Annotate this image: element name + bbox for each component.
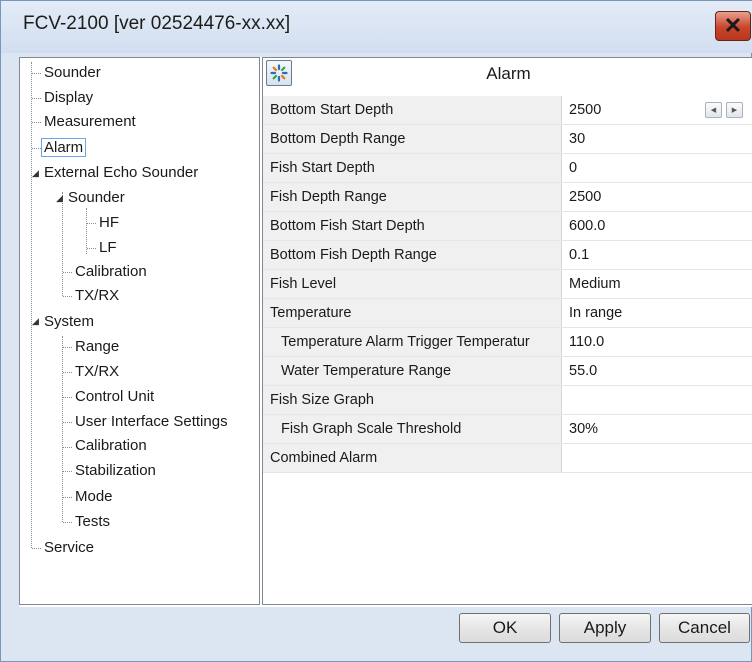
close-icon: ✕ xyxy=(723,13,743,38)
tree-connector xyxy=(32,122,41,123)
collapse-arrow-icon[interactable]: ◢ xyxy=(32,316,39,326)
property-name: Temperature xyxy=(263,299,562,327)
dialog-client: Sounder Display Measurement Alarm ◢ Exte… xyxy=(19,57,752,607)
tree-connector xyxy=(63,497,72,498)
collapse-arrow-icon[interactable]: ◢ xyxy=(32,168,39,178)
tree-item-external-txrx[interactable]: TX/RX xyxy=(73,285,121,307)
property-value[interactable]: 0 xyxy=(569,154,577,182)
tree-connector xyxy=(63,522,72,523)
tree-item-service[interactable]: Service xyxy=(42,537,96,559)
tree-item-stabilization[interactable]: Stabilization xyxy=(73,460,158,482)
tree-item-measurement[interactable]: Measurement xyxy=(42,111,138,133)
panel-header: Alarm xyxy=(263,58,752,94)
spin-right-icon[interactable]: ▶ xyxy=(726,102,743,118)
tree-connector xyxy=(32,73,41,74)
property-row-bottom-start-depth[interactable]: Bottom Start Depth 2500 ◀ ▶ xyxy=(263,96,752,125)
close-button[interactable]: ✕ xyxy=(715,11,751,41)
collapse-arrow-icon[interactable]: ◢ xyxy=(56,193,63,203)
property-value[interactable]: Medium xyxy=(569,270,621,298)
property-row-bottom-fish-depth-range[interactable]: Bottom Fish Depth Range 0.1 xyxy=(263,241,752,270)
property-name: Fish Size Graph xyxy=(263,386,562,414)
property-value[interactable]: 30% xyxy=(569,415,598,443)
settings-tree[interactable]: Sounder Display Measurement Alarm ◢ Exte… xyxy=(19,57,260,605)
tree-connector xyxy=(63,447,72,448)
tree-connector xyxy=(31,62,32,548)
apply-button[interactable]: Apply xyxy=(559,613,651,643)
property-row-bottom-depth-range[interactable]: Bottom Depth Range 30 xyxy=(263,125,752,154)
tree-item-range[interactable]: Range xyxy=(73,336,121,358)
property-row-fish-start-depth[interactable]: Fish Start Depth 0 xyxy=(263,154,752,183)
tree-connector xyxy=(63,296,72,297)
property-name: Combined Alarm xyxy=(263,444,562,472)
tree-item-alarm[interactable]: Alarm xyxy=(41,137,87,159)
tree-connector xyxy=(32,148,41,149)
property-value[interactable]: 30 xyxy=(569,125,585,153)
window-title: FCV-2100 [ver 02524476-xx.xx] xyxy=(23,13,291,34)
tree-connector xyxy=(63,272,72,273)
property-row-bottom-fish-start-depth[interactable]: Bottom Fish Start Depth 600.0 xyxy=(263,212,752,241)
property-value[interactable]: 2500 xyxy=(569,96,601,124)
property-row-fish-depth-range[interactable]: Fish Depth Range 2500 xyxy=(263,183,752,212)
property-name: Fish Graph Scale Threshold xyxy=(263,415,562,443)
panel-title: Alarm xyxy=(486,64,531,83)
property-name: Bottom Fish Start Depth xyxy=(263,212,562,240)
tree-connector xyxy=(32,98,41,99)
property-row-temperature-alarm-trigger[interactable]: Temperature Alarm Trigger Temperatur 110… xyxy=(263,328,752,357)
tree-item-external-echo-sounder[interactable]: External Echo Sounder xyxy=(42,162,200,184)
property-name: Fish Start Depth xyxy=(263,154,562,182)
dialog-window: FCV-2100 [ver 02524476-xx.xx] ✕ Sounder … xyxy=(0,0,752,662)
tree-connector xyxy=(32,548,41,549)
property-name: Bottom Start Depth xyxy=(263,96,562,124)
property-name: Water Temperature Range xyxy=(263,357,562,385)
ok-button[interactable]: OK xyxy=(459,613,551,643)
tree-item-user-interface-settings[interactable]: User Interface Settings xyxy=(73,411,230,433)
cancel-button[interactable]: Cancel xyxy=(659,613,750,643)
tree-item-system-txrx[interactable]: TX/RX xyxy=(73,361,121,383)
tree-item-display[interactable]: Display xyxy=(42,87,95,109)
tree-item-external-calibration[interactable]: Calibration xyxy=(73,261,149,283)
property-row-water-temperature-range[interactable]: Water Temperature Range 55.0 xyxy=(263,357,752,386)
property-name: Bottom Depth Range xyxy=(263,125,562,153)
property-name: Temperature Alarm Trigger Temperatur xyxy=(263,328,562,356)
tree-connector xyxy=(63,397,72,398)
tree-connector xyxy=(62,192,63,296)
property-row-fish-level[interactable]: Fish Level Medium xyxy=(263,270,752,299)
property-row-temperature[interactable]: Temperature In range xyxy=(263,299,752,328)
property-name: Fish Depth Range xyxy=(263,183,562,211)
tree-connector xyxy=(63,347,72,348)
tree-connector xyxy=(87,223,96,224)
tree-item-external-sounder[interactable]: Sounder xyxy=(66,187,127,209)
title-bar[interactable]: FCV-2100 [ver 02524476-xx.xx] ✕ xyxy=(1,1,752,53)
tree-item-sounder[interactable]: Sounder xyxy=(42,62,103,84)
tree-connector xyxy=(62,336,63,522)
property-value[interactable]: In range xyxy=(569,299,622,327)
property-value[interactable]: 55.0 xyxy=(569,357,597,385)
property-value[interactable]: 110.0 xyxy=(569,328,604,356)
tree-item-hf[interactable]: HF xyxy=(97,212,121,234)
tree-connector xyxy=(63,372,72,373)
alarm-settings-panel: Alarm Bottom Start Depth 2500 ◀ ▶ Bottom… xyxy=(262,57,752,605)
property-row-fish-size-graph[interactable]: Fish Size Graph xyxy=(263,386,752,415)
property-row-fish-graph-scale-threshold[interactable]: Fish Graph Scale Threshold 30% xyxy=(263,415,752,444)
property-value[interactable]: 600.0 xyxy=(569,212,605,240)
tree-item-system-calibration[interactable]: Calibration xyxy=(73,435,149,457)
spin-left-icon[interactable]: ◀ xyxy=(705,102,722,118)
tree-connector xyxy=(63,422,72,423)
property-name: Bottom Fish Depth Range xyxy=(263,241,562,269)
tree-item-control-unit[interactable]: Control Unit xyxy=(73,386,156,408)
tree-connector xyxy=(63,471,72,472)
tree-item-mode[interactable]: Mode xyxy=(73,486,115,508)
tree-connector xyxy=(87,248,96,249)
tree-item-system[interactable]: System xyxy=(42,311,96,333)
property-row-combined-alarm[interactable]: Combined Alarm xyxy=(263,444,752,473)
property-value[interactable]: 2500 xyxy=(569,183,601,211)
tree-item-tests[interactable]: Tests xyxy=(73,511,112,533)
tree-item-lf[interactable]: LF xyxy=(97,237,119,259)
property-name: Fish Level xyxy=(263,270,562,298)
property-value[interactable]: 0.1 xyxy=(569,241,589,269)
